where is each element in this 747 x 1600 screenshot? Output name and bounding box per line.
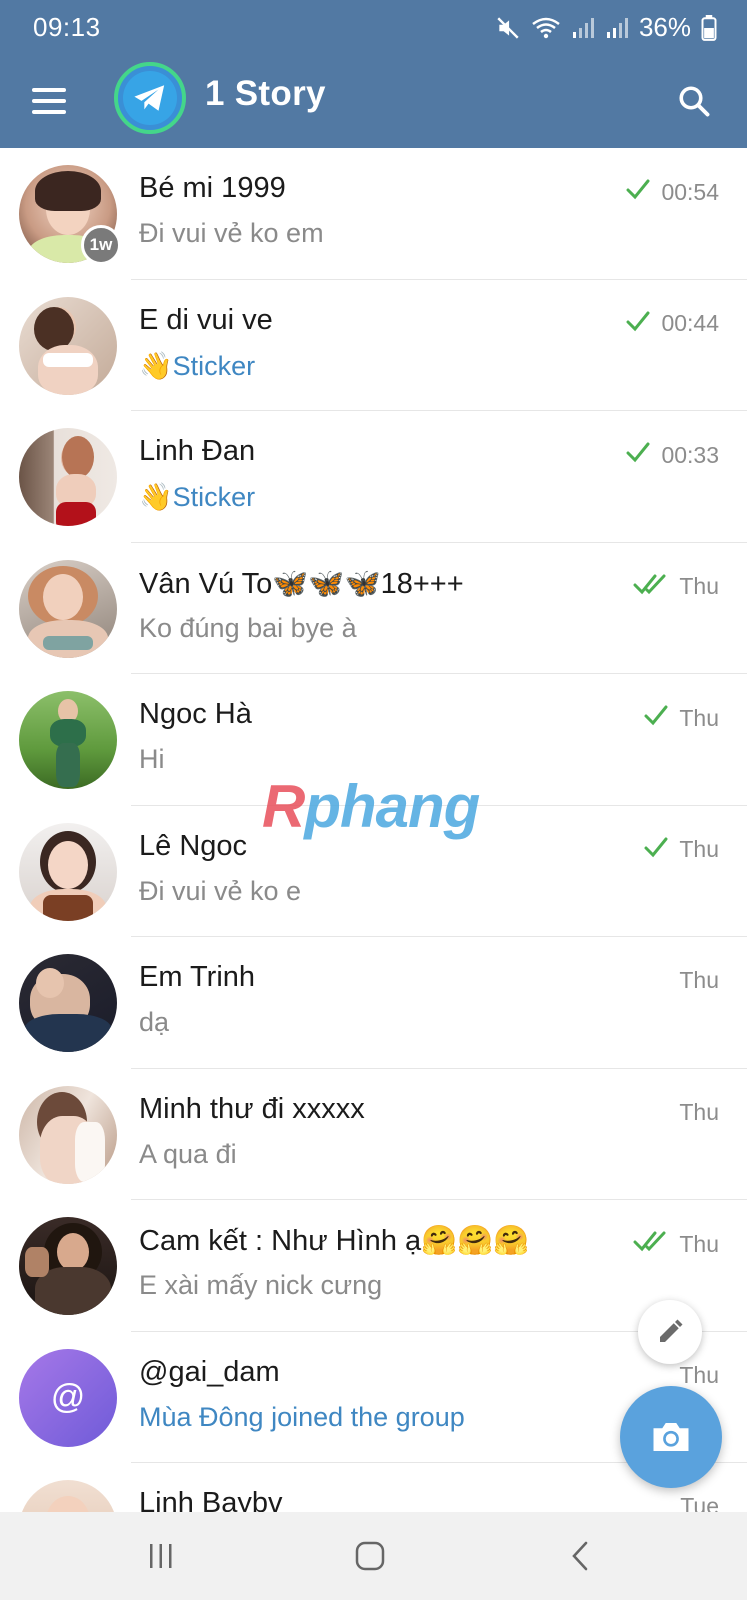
single-check-icon — [625, 441, 651, 469]
chat-preview: dạ — [139, 1007, 170, 1037]
signal-icon — [571, 16, 595, 40]
chat-time: Thu — [679, 1361, 719, 1388]
chat-preview: Mùa Đông joined the group — [139, 1401, 465, 1432]
status-bar: 09:13 36% — [0, 0, 747, 56]
chat-meta: Thu — [679, 967, 719, 994]
chat-preview: Ko đúng bai bye à — [139, 612, 357, 643]
chat-time: Thu — [679, 1098, 719, 1125]
chat-name: Linh Baybv — [139, 1487, 283, 1512]
watermark-logo: Rphang — [262, 773, 480, 840]
chat-name: Em Trinh — [139, 961, 256, 993]
single-check-icon — [643, 704, 669, 732]
chat-name: Ngoc Hà — [139, 698, 252, 730]
double-check-icon — [633, 1230, 669, 1258]
avatar[interactable] — [19, 1085, 117, 1184]
chat-preview: Đi vui vẻ ko e — [139, 875, 302, 906]
chat-row[interactable]: E di vui ve 👋Sticker 00:44 — [0, 280, 747, 411]
chat-name: Linh Đan — [139, 435, 256, 467]
avatar[interactable] — [19, 1480, 117, 1512]
chat-meta: Thu — [679, 1362, 719, 1389]
chat-name: Cam kết : Như Hình ạ🤗🤗🤗 — [139, 1225, 530, 1257]
status-icons: 36% — [495, 12, 717, 43]
single-check-icon — [625, 178, 651, 206]
chat-name: Minh thư đi xxxxx — [139, 1092, 365, 1125]
chat-row[interactable]: Em Trinh dạ Thu — [0, 937, 747, 1069]
chat-time: Thu — [679, 1230, 719, 1257]
chat-meta: Thu — [633, 1230, 719, 1258]
avatar[interactable] — [19, 1217, 117, 1315]
chat-meta: Thu — [643, 704, 719, 732]
battery-icon — [701, 14, 717, 41]
wave-emoji: 👋 — [139, 482, 173, 512]
chat-meta: 00:44 — [625, 310, 719, 338]
chat-meta: 00:33 — [625, 441, 719, 469]
chat-preview: 👋Sticker — [139, 481, 255, 513]
chat-preview: A qua đi — [139, 1138, 237, 1169]
chat-name: Bé mi 1999 — [139, 172, 286, 204]
chat-meta: Thu — [679, 1099, 719, 1126]
chat-name: @gai_dam — [139, 1355, 280, 1388]
single-check-icon — [643, 836, 669, 864]
avatar[interactable] — [19, 822, 117, 921]
chat-name: Lê Ngoc — [139, 829, 248, 862]
chat-row[interactable]: Vân Vú To🦋🦋🦋18+++ Ko đúng bai bye à Thu — [0, 543, 747, 674]
chat-preview: E xài mấy nick cưng — [139, 1270, 383, 1300]
wifi-icon — [531, 15, 561, 41]
page-title: 1 Story — [205, 74, 326, 113]
chat-meta: Thu — [633, 573, 719, 601]
avatar[interactable] — [19, 428, 117, 526]
story-badge: 1w — [81, 225, 121, 265]
avatar[interactable] — [19, 559, 117, 658]
recents-icon[interactable] — [131, 1532, 191, 1580]
chat-name: Vân Vú To🦋🦋🦋18+++ — [139, 567, 464, 600]
chat-preview-text: Sticker — [172, 350, 256, 381]
chat-time: Thu — [679, 704, 719, 731]
hamburger-menu-icon[interactable] — [28, 78, 74, 124]
wave-emoji: 👋 — [139, 350, 173, 381]
avatar[interactable]: @ — [19, 1348, 117, 1447]
status-time: 09:13 — [33, 12, 101, 42]
chat-time: 00:33 — [661, 441, 719, 468]
signal-icon — [605, 16, 629, 40]
chat-row[interactable]: Minh thư đi xxxxx A qua đi Thu — [0, 1069, 747, 1200]
chat-row[interactable]: Cam kết : Như Hình ạ🤗🤗🤗 E xài mấy nick c… — [0, 1200, 747, 1332]
home-icon[interactable] — [340, 1532, 400, 1580]
chat-preview: Đi vui vẻ ko em — [139, 218, 324, 248]
camera-icon[interactable] — [620, 1386, 722, 1488]
chat-preview: 👋Sticker — [139, 350, 255, 382]
mute-icon — [495, 15, 521, 41]
chat-meta: Thu — [643, 836, 719, 864]
avatar[interactable] — [19, 296, 117, 395]
battery-percent: 36% — [638, 12, 691, 42]
back-icon[interactable] — [550, 1532, 610, 1580]
avatar[interactable] — [19, 691, 117, 789]
system-nav-bar — [0, 1512, 747, 1600]
app-bar: 1 Story — [0, 56, 747, 148]
search-icon[interactable] — [669, 76, 719, 126]
chat-time: 00:54 — [661, 178, 719, 205]
chat-row[interactable]: 1w Bé mi 1999 Đi vui vẻ ko em 00:54 — [0, 148, 747, 280]
double-check-icon — [633, 573, 669, 601]
pencil-icon[interactable] — [638, 1300, 702, 1364]
chat-meta: Tue — [680, 1493, 719, 1512]
chat-time: 00:44 — [661, 310, 719, 336]
chat-time: Tue — [680, 1493, 719, 1512]
chat-name: E di vui ve — [139, 303, 273, 336]
chat-preview-text: Sticker — [172, 482, 256, 512]
single-check-icon — [625, 310, 651, 338]
avatar[interactable] — [19, 954, 117, 1052]
telegram-logo-icon[interactable] — [114, 62, 186, 134]
chat-row[interactable]: Linh Đan 👋Sticker 00:33 — [0, 411, 747, 543]
chat-time: Thu — [679, 573, 719, 599]
chat-time: Thu — [679, 967, 719, 993]
chat-meta: 00:54 — [625, 178, 719, 206]
chat-time: Thu — [679, 836, 719, 862]
chat-preview: Hi — [139, 744, 165, 774]
